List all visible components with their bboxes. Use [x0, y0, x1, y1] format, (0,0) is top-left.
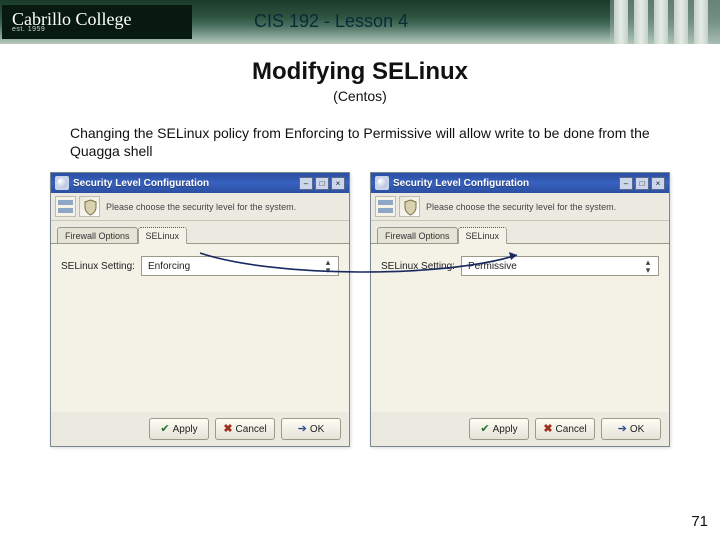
college-logo: Cabrillo College est. 1959	[2, 5, 192, 39]
shield-icon[interactable]	[79, 196, 100, 217]
check-icon: ✔	[480, 424, 489, 435]
selinux-label: SELinux Setting:	[61, 261, 135, 272]
ok-button[interactable]: ➔OK	[281, 418, 341, 440]
dialog-right: Security Level Configuration – □ × Pleas…	[370, 172, 670, 447]
level-icon[interactable]	[55, 196, 76, 217]
dialog-left: Security Level Configuration – □ × Pleas…	[50, 172, 350, 447]
level-icon[interactable]	[375, 196, 396, 217]
tab-pane: SELinux Setting: Permissive ▴▾	[371, 243, 669, 412]
toolbar: Please choose the security level for the…	[51, 193, 349, 221]
instruction-text: Please choose the security level for the…	[106, 202, 296, 212]
slide-description: Changing the SELinux policy from Enforci…	[70, 124, 650, 160]
tab-firewall[interactable]: Firewall Options	[57, 227, 138, 243]
titlebar[interactable]: Security Level Configuration – □ ×	[51, 173, 349, 193]
slide-subtitle: (Centos)	[0, 88, 720, 104]
course-title: CIS 192 - Lesson 4	[254, 11, 408, 32]
selinux-dropdown[interactable]: Enforcing ▴▾	[141, 256, 339, 276]
tab-pane: SELinux Setting: Enforcing ▴▾	[51, 243, 349, 412]
logo-text: Cabrillo College	[12, 11, 192, 27]
maximize-button[interactable]: □	[635, 177, 649, 190]
cancel-label: Cancel	[236, 424, 267, 435]
window-title: Security Level Configuration	[393, 178, 615, 189]
slide-title: Modifying SELinux	[0, 58, 720, 86]
logo-est: est. 1959	[12, 26, 192, 33]
minimize-button[interactable]: –	[299, 177, 313, 190]
dialogs-row: Security Level Configuration – □ × Pleas…	[0, 172, 720, 447]
close-button[interactable]: ×	[651, 177, 665, 190]
toolbar: Please choose the security level for the…	[371, 193, 669, 221]
tab-selinux[interactable]: SELinux	[138, 227, 188, 244]
apply-button[interactable]: ✔ Apply	[469, 418, 529, 440]
instruction-text: Please choose the security level for the…	[426, 202, 616, 212]
ok-icon: ➔	[618, 424, 627, 435]
chevron-updown-icon: ▴▾	[642, 258, 654, 274]
cancel-button[interactable]: ✖ Cancel	[215, 418, 275, 440]
cancel-button[interactable]: ✖ Cancel	[535, 418, 595, 440]
tab-row: Firewall Options SELinux	[371, 221, 669, 243]
dropdown-value: Enforcing	[148, 261, 190, 272]
button-bar: ✔ Apply ✖ Cancel ➔OK	[51, 412, 349, 446]
ok-button[interactable]: ➔OK	[601, 418, 661, 440]
apply-button[interactable]: ✔ Apply	[149, 418, 209, 440]
titlebar[interactable]: Security Level Configuration – □ ×	[371, 173, 669, 193]
apply-label: Apply	[173, 424, 198, 435]
x-icon: ✖	[223, 424, 232, 435]
tab-row: Firewall Options SELinux	[51, 221, 349, 243]
ok-icon: ➔	[298, 424, 307, 435]
maximize-button[interactable]: □	[315, 177, 329, 190]
minimize-button[interactable]: –	[619, 177, 633, 190]
security-icon	[55, 176, 69, 190]
window-title: Security Level Configuration	[73, 178, 295, 189]
selinux-label: SELinux Setting:	[381, 261, 455, 272]
dropdown-value: Permissive	[468, 261, 517, 272]
tab-firewall[interactable]: Firewall Options	[377, 227, 458, 243]
ok-label: OK	[630, 424, 644, 435]
selinux-dropdown[interactable]: Permissive ▴▾	[461, 256, 659, 276]
apply-label: Apply	[493, 424, 518, 435]
cancel-label: Cancel	[556, 424, 587, 435]
banner-photo	[610, 0, 720, 44]
x-icon: ✖	[543, 424, 552, 435]
page-number: 71	[691, 513, 708, 530]
ok-label: OK	[310, 424, 324, 435]
close-button[interactable]: ×	[331, 177, 345, 190]
button-bar: ✔ Apply ✖ Cancel ➔OK	[371, 412, 669, 446]
header-banner: Cabrillo College est. 1959 CIS 192 - Les…	[0, 0, 720, 44]
shield-icon[interactable]	[399, 196, 420, 217]
chevron-updown-icon: ▴▾	[322, 258, 334, 274]
tab-selinux[interactable]: SELinux	[458, 227, 508, 244]
security-icon	[375, 176, 389, 190]
check-icon: ✔	[160, 424, 169, 435]
